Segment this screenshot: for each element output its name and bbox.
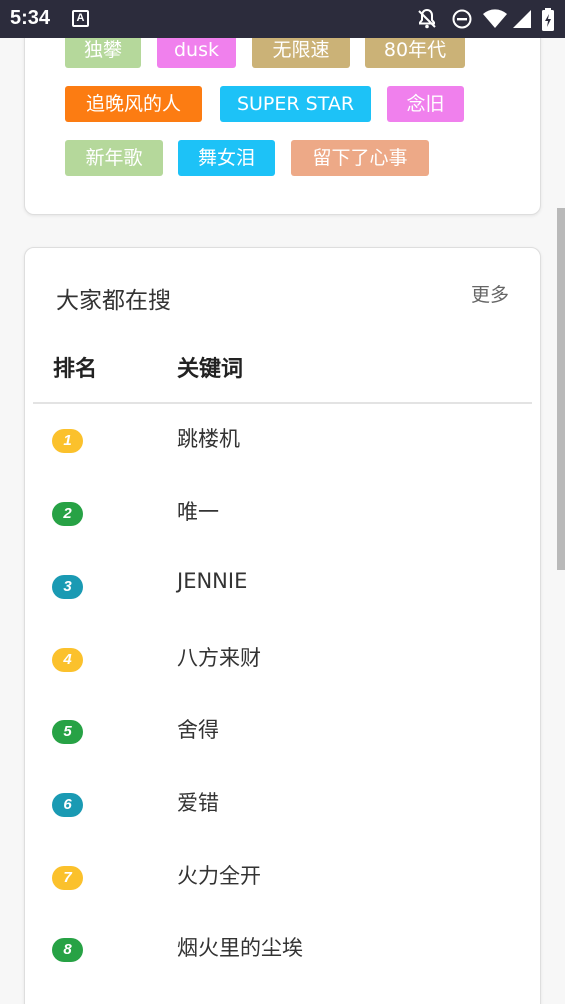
hot-search-row[interactable]: 1 跳楼机 bbox=[25, 415, 540, 487]
rank-column-header: 排名 bbox=[53, 357, 98, 382]
hot-search-row[interactable]: 7 火力全开 bbox=[25, 852, 540, 924]
rank-badge: 8 bbox=[52, 938, 83, 962]
rank-badge: 5 bbox=[52, 720, 83, 744]
keyword-text: 爱错 bbox=[177, 791, 219, 815]
keyword-text: 唯一 bbox=[177, 500, 219, 524]
rank-badge: 7 bbox=[52, 866, 83, 890]
do-not-disturb-icon bbox=[451, 8, 473, 34]
battery-icon bbox=[540, 8, 556, 36]
rank-badge: 3 bbox=[52, 575, 83, 599]
tag-chip[interactable]: 留下了心事 bbox=[291, 140, 429, 176]
status-bar: 5:34 A bbox=[0, 0, 565, 38]
keyword-text: 烟火里的尘埃 bbox=[177, 936, 303, 960]
more-link[interactable]: 更多 bbox=[471, 280, 509, 307]
rank-badge: 2 bbox=[52, 502, 83, 526]
header-divider bbox=[33, 402, 532, 404]
notifications-off-icon bbox=[416, 8, 438, 34]
rank-badge: 1 bbox=[52, 429, 83, 453]
keyword-text: 跳楼机 bbox=[177, 427, 240, 451]
hot-search-row[interactable]: 4 八方来财 bbox=[25, 634, 540, 706]
tag-chip[interactable]: 独攀 bbox=[65, 38, 141, 68]
tag-chip[interactable]: 念旧 bbox=[387, 86, 464, 122]
hot-search-row[interactable]: 8 烟火里的尘埃 bbox=[25, 924, 540, 996]
page-content[interactable]: 独攀 dusk 无限速 80年代 追晚风的人 SUPER STAR 念旧 新年歌… bbox=[0, 38, 565, 1004]
hot-search-row[interactable]: 6 爱错 bbox=[25, 779, 540, 851]
status-time: 5:34 bbox=[10, 7, 51, 29]
tag-chip[interactable]: SUPER STAR bbox=[220, 86, 371, 122]
keyword-text: JENNIE bbox=[177, 569, 248, 593]
hot-search-row[interactable]: 5 舍得 bbox=[25, 706, 540, 778]
tag-chip[interactable]: 无限速 bbox=[252, 38, 350, 68]
tag-chip[interactable]: dusk bbox=[157, 38, 236, 68]
app-notification-icon: A bbox=[72, 10, 89, 27]
hot-search-title: 大家都在搜 bbox=[56, 288, 171, 314]
keyword-column-header: 关键词 bbox=[177, 357, 244, 382]
tag-chip[interactable]: 80年代 bbox=[365, 38, 465, 68]
tag-chip[interactable]: 舞女泪 bbox=[178, 140, 275, 176]
tag-chip[interactable]: 追晚风的人 bbox=[65, 86, 202, 122]
tag-cloud-card: 独攀 dusk 无限速 80年代 追晚风的人 SUPER STAR 念旧 新年歌… bbox=[24, 38, 541, 215]
rank-badge: 6 bbox=[52, 793, 83, 817]
hot-search-row[interactable]: 3 JENNIE bbox=[25, 561, 540, 633]
rank-badge: 4 bbox=[52, 648, 83, 672]
keyword-text: 火力全开 bbox=[177, 864, 261, 888]
wifi-icon bbox=[482, 8, 508, 34]
keyword-text: 舍得 bbox=[177, 718, 219, 742]
keyword-text: 八方来财 bbox=[177, 646, 261, 670]
hot-search-card: 大家都在搜 更多 排名 关键词 1 跳楼机 2 唯一 3 JENNIE 4 八方… bbox=[24, 247, 541, 1004]
scrollbar[interactable] bbox=[557, 208, 565, 570]
signal-icon bbox=[511, 8, 533, 34]
hot-search-row[interactable]: 2 唯一 bbox=[25, 488, 540, 560]
tag-chip[interactable]: 新年歌 bbox=[65, 140, 163, 176]
